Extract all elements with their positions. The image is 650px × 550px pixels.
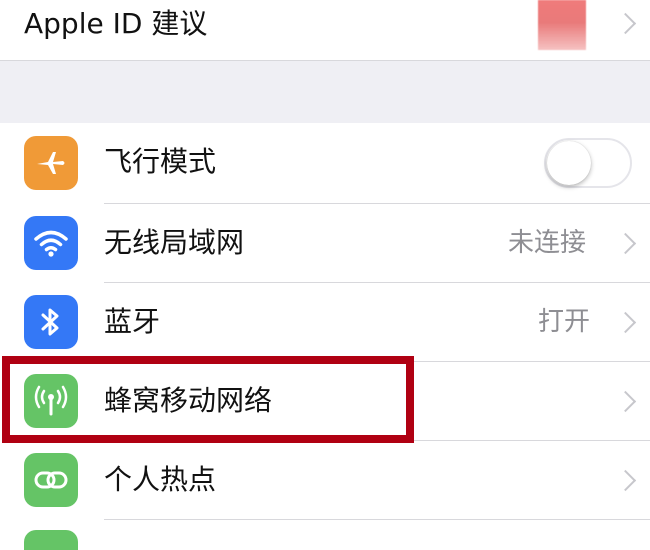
avatar <box>538 0 586 50</box>
bluetooth-label: 蓝牙 <box>104 305 161 338</box>
airplane-icon <box>24 136 78 190</box>
app-icon <box>24 530 78 550</box>
bluetooth-status-value: 打开 <box>538 307 591 337</box>
section-gap <box>0 60 650 124</box>
settings-row-partial[interactable] <box>0 520 650 550</box>
apple-id-suggestion-label: Apple ID 建议 <box>24 7 208 40</box>
personal-hotspot-icon <box>24 453 78 507</box>
settings-row-bluetooth[interactable]: 蓝牙 打开 <box>0 283 650 361</box>
chevron-right-icon <box>614 12 637 35</box>
highlight-box <box>2 356 414 443</box>
wifi-icon <box>24 216 78 270</box>
chevron-right-icon <box>614 390 637 413</box>
personal-hotspot-label: 个人热点 <box>104 463 217 496</box>
toggle-knob <box>547 141 591 185</box>
chevron-right-icon <box>614 232 637 255</box>
settings-row-wifi[interactable]: 无线局域网 未连接 <box>0 204 650 282</box>
chevron-right-icon <box>614 469 637 492</box>
airplane-mode-toggle[interactable] <box>544 138 632 188</box>
apple-id-suggestion-row[interactable]: Apple ID 建议 <box>0 0 650 60</box>
bluetooth-icon <box>24 295 78 349</box>
settings-row-personal-hotspot[interactable]: 个人热点 <box>0 441 650 519</box>
wifi-label: 无线局域网 <box>104 226 245 259</box>
chevron-right-icon <box>614 311 637 334</box>
wifi-status-value: 未连接 <box>508 228 587 258</box>
airplane-mode-label: 飞行模式 <box>104 145 217 178</box>
